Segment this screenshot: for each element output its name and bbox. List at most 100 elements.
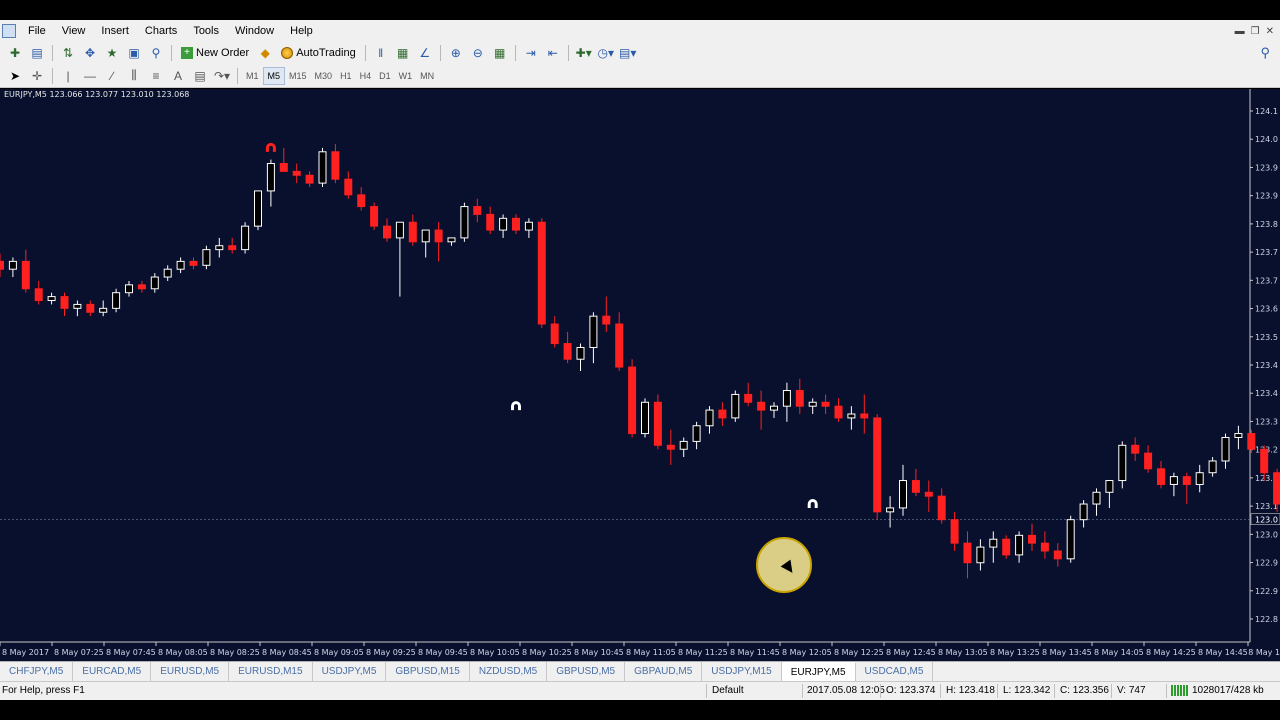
price-label: 122.9 bbox=[1255, 587, 1278, 596]
timeframe-h1[interactable]: H1 bbox=[336, 67, 356, 85]
timeframe-m5[interactable]: M5 bbox=[262, 66, 286, 85]
timeframe-m1[interactable]: M1 bbox=[242, 67, 263, 85]
templates-icon[interactable]: ▤▾ bbox=[619, 44, 637, 62]
chart-tab[interactable]: USDCAD,M5 bbox=[856, 662, 934, 681]
menu-window[interactable]: Window bbox=[227, 25, 282, 37]
chart-tabs: CHFJPY,M5 EURCAD,M5 EURUSD,M5 EURUSD,M15 USD… bbox=[0, 661, 1280, 681]
chart-tab[interactable]: USDJPY,M15 bbox=[702, 662, 782, 681]
bull-candle bbox=[1221, 436, 1230, 462]
trendline-icon[interactable]: ∕ bbox=[103, 67, 121, 85]
chart-tab[interactable]: EURUSD,M15 bbox=[229, 662, 313, 681]
timeframe-m15[interactable]: M15 bbox=[285, 67, 311, 85]
arrows-icon[interactable]: ↷▾ bbox=[213, 67, 231, 85]
bar-chart-icon[interactable]: ‖ bbox=[372, 44, 390, 62]
chart-shift-icon[interactable]: ⇥ bbox=[522, 44, 540, 62]
timeframe-m30[interactable]: M30 bbox=[311, 67, 337, 85]
bull-candle bbox=[1079, 503, 1088, 521]
metaeditor-icon[interactable]: ◆ bbox=[256, 44, 274, 62]
new-chart-icon[interactable]: ✚ bbox=[6, 44, 24, 62]
restore-icon[interactable]: ❐ bbox=[1251, 26, 1260, 37]
bear-candle bbox=[757, 401, 766, 411]
zoom-in-icon[interactable]: ⊕ bbox=[447, 44, 465, 62]
bull-candle bbox=[692, 425, 701, 442]
bear-candle bbox=[383, 225, 391, 239]
chart-tab[interactable]: GBPAUD,M5 bbox=[625, 662, 703, 681]
chart-tab[interactable]: GBPUSD,M5 bbox=[547, 662, 626, 681]
bull-candle bbox=[254, 190, 262, 227]
timeframe-d1[interactable]: D1 bbox=[375, 67, 395, 85]
autotrading-icon bbox=[281, 47, 294, 59]
bear-candle bbox=[512, 217, 520, 231]
cursor-icon[interactable]: ➤ bbox=[6, 67, 24, 85]
strategy-tester-icon[interactable]: ⚲ bbox=[147, 44, 165, 62]
bear-candle bbox=[563, 343, 572, 360]
tile-windows-icon[interactable]: ▦ bbox=[491, 44, 509, 62]
menu-tools[interactable]: Tools bbox=[185, 25, 227, 37]
candlestick-icon[interactable]: ▦ bbox=[394, 44, 412, 62]
bull-candle bbox=[524, 221, 533, 231]
bear-candle bbox=[666, 444, 675, 450]
crosshair-icon[interactable]: ✛ bbox=[28, 67, 46, 85]
profiles-icon[interactable]: ▤ bbox=[28, 44, 46, 62]
horizontal-line-icon[interactable]: ― bbox=[81, 67, 99, 85]
time-label: 8 May 12:45 bbox=[886, 648, 936, 657]
chart-tab[interactable]: NZDUSD,M5 bbox=[470, 662, 548, 681]
timeframe-w1[interactable]: W1 bbox=[395, 67, 417, 85]
bear-candle bbox=[86, 303, 95, 313]
time-label: 8 May 09:25 bbox=[366, 648, 416, 657]
bull-candle bbox=[241, 225, 250, 251]
chart-symbol-title: EURJPY,M5 123.066 123.077 123.010 123.06… bbox=[4, 90, 190, 99]
data-window-icon[interactable]: ✥ bbox=[81, 44, 99, 62]
bull-candle bbox=[99, 307, 108, 313]
chart-tab[interactable]: CHFJPY,M5 bbox=[0, 662, 74, 681]
menu-file[interactable]: File bbox=[20, 25, 54, 37]
chart-tab[interactable]: EURUSD,M5 bbox=[151, 662, 230, 681]
chart-tab[interactable]: GBPUSD,M15 bbox=[386, 662, 470, 681]
time-label: 8 May 10:45 bbox=[574, 648, 624, 657]
autotrading-button[interactable]: AutoTrading bbox=[278, 44, 359, 62]
market-watch-icon[interactable]: ⇅ bbox=[59, 44, 77, 62]
price-chart[interactable]: 124.1 124.0 123.9 123.9 123.8 123.7 123.7 123.6… bbox=[0, 89, 1280, 661]
close-icon[interactable]: ✕ bbox=[1266, 26, 1274, 37]
bull-candle bbox=[112, 292, 121, 309]
bull-candle bbox=[808, 401, 817, 407]
price-label: 123.4 bbox=[1255, 361, 1278, 370]
menu-charts[interactable]: Charts bbox=[137, 25, 185, 37]
bear-candle bbox=[1247, 433, 1256, 450]
status-high: H: 123.418 bbox=[946, 685, 995, 696]
menu-help[interactable]: Help bbox=[282, 25, 321, 37]
new-order-button[interactable]: + New Order bbox=[178, 44, 252, 62]
line-chart-icon[interactable]: ∠ bbox=[416, 44, 434, 62]
channel-icon[interactable]: ⫼ bbox=[125, 67, 143, 85]
bull-candle bbox=[1066, 519, 1075, 560]
line-studies-toolbar: ➤ ✛ | ― ∕ ⫼ ≡ A ▤ ↷▾ M1 M5 M15 M30 H1 H4… bbox=[0, 64, 1280, 88]
text-label-icon[interactable]: ▤ bbox=[191, 67, 209, 85]
periods-icon[interactable]: ◷▾ bbox=[597, 44, 615, 62]
chart-tab[interactable]: EURCAD,M5 bbox=[73, 662, 152, 681]
navigator-icon[interactable]: ★ bbox=[103, 44, 121, 62]
timeframe-mn[interactable]: MN bbox=[416, 67, 438, 85]
timeframe-h4[interactable]: H4 bbox=[356, 67, 376, 85]
autoscroll-icon[interactable]: ⇤ bbox=[544, 44, 562, 62]
bear-candle bbox=[279, 163, 288, 172]
search-icon[interactable]: ⚲ bbox=[1260, 45, 1270, 61]
terminal-icon[interactable]: ▣ bbox=[125, 44, 143, 62]
bull-candle bbox=[125, 284, 133, 294]
bull-candle bbox=[447, 237, 456, 243]
bear-candle bbox=[1028, 534, 1036, 544]
minimize-icon[interactable]: ▬ bbox=[1235, 26, 1245, 37]
menu-insert[interactable]: Insert bbox=[93, 25, 137, 37]
zoom-out-icon[interactable]: ⊖ bbox=[469, 44, 487, 62]
chart-tab[interactable]: USDJPY,M5 bbox=[313, 662, 387, 681]
connection-status-icon[interactable] bbox=[1171, 685, 1189, 696]
menu-view[interactable]: View bbox=[54, 25, 94, 37]
vertical-line-icon[interactable]: | bbox=[59, 67, 77, 85]
fibonacci-icon[interactable]: ≡ bbox=[147, 67, 165, 85]
text-icon[interactable]: A bbox=[169, 67, 187, 85]
indicators-icon[interactable]: ✚▾ bbox=[575, 44, 593, 62]
candlestick-chart-svg[interactable]: 124.1 124.0 123.9 123.9 123.8 123.7 123.7 123.6… bbox=[0, 89, 1280, 661]
bear-candle bbox=[34, 288, 43, 302]
current-price-label: 123.0 bbox=[1255, 516, 1278, 525]
bull-candle bbox=[641, 401, 649, 435]
chart-tab[interactable]: EURJPY,M5 bbox=[781, 662, 856, 681]
